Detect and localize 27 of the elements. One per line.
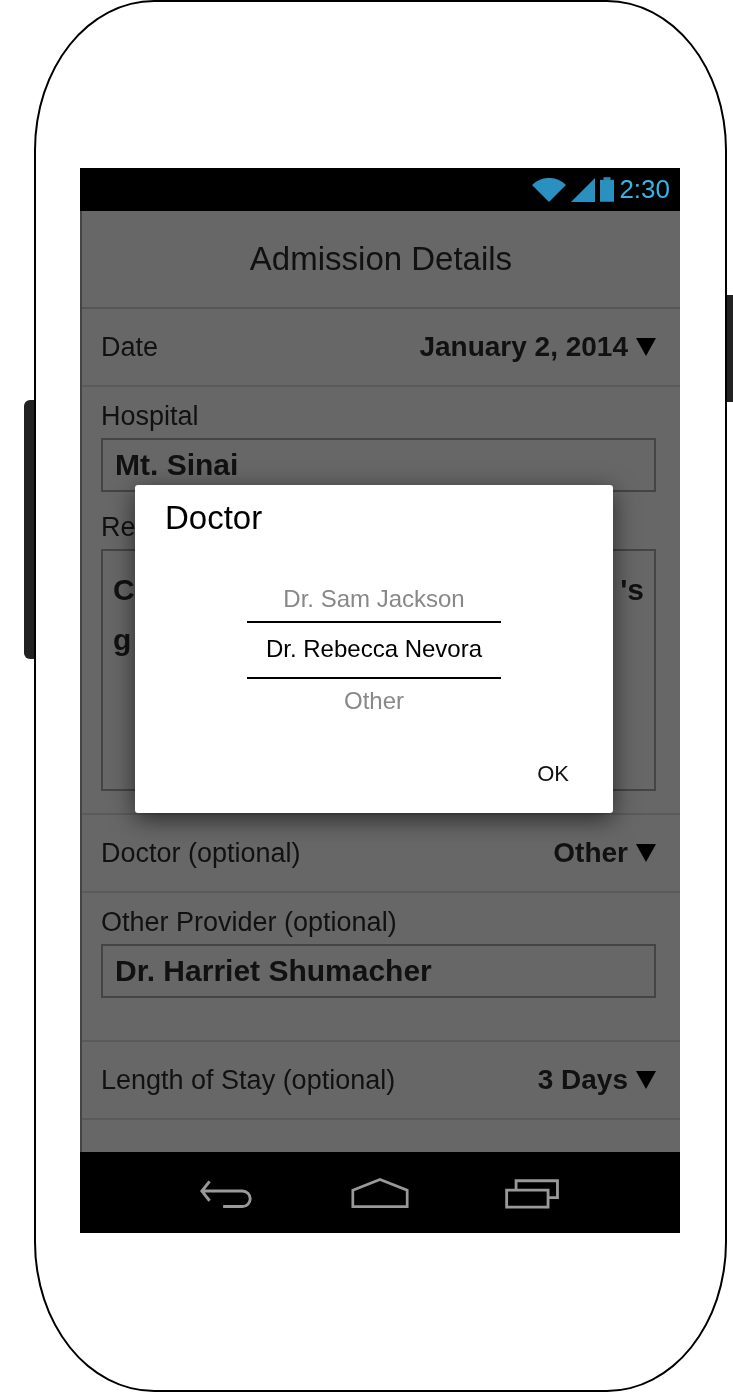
dropdown[interactable]: Other [553,837,656,869]
text-field[interactable]: Dr. Harriet Shumacher [101,944,656,998]
field-text: C [113,572,135,608]
field-label: Date [101,331,159,363]
field-text: g [113,622,132,658]
picker-option[interactable]: Dr. Sam Jackson [247,577,501,621]
dropdown[interactable]: January 2, 2014 [419,331,656,363]
field-label: Doctor (optional) [101,837,301,869]
caret-icon [636,338,656,356]
screen-title: Admission Details [249,240,513,278]
field-text: 's [620,572,644,608]
field-label: Other Provider (optional) [101,907,397,938]
signal-icon [571,177,596,202]
status-time: 2:30 [619,174,670,205]
field-label: Re [101,512,136,543]
caret-icon [636,1071,656,1089]
dialog-title: Doctor [164,498,264,537]
picker-option[interactable]: Dr. Rebecca Nevora [247,621,501,679]
field-label: Hospital [101,401,199,432]
battery-icon [600,177,615,202]
wifi-icon [532,177,567,202]
dropdown[interactable]: 3 Days [537,1064,656,1096]
caret-icon [636,844,656,862]
picker-option[interactable]: Other [247,679,501,723]
ok-button[interactable]: OK [533,757,573,791]
field-label: Length of Stay (optional) [101,1064,396,1096]
home-icon[interactable] [351,1176,409,1209]
